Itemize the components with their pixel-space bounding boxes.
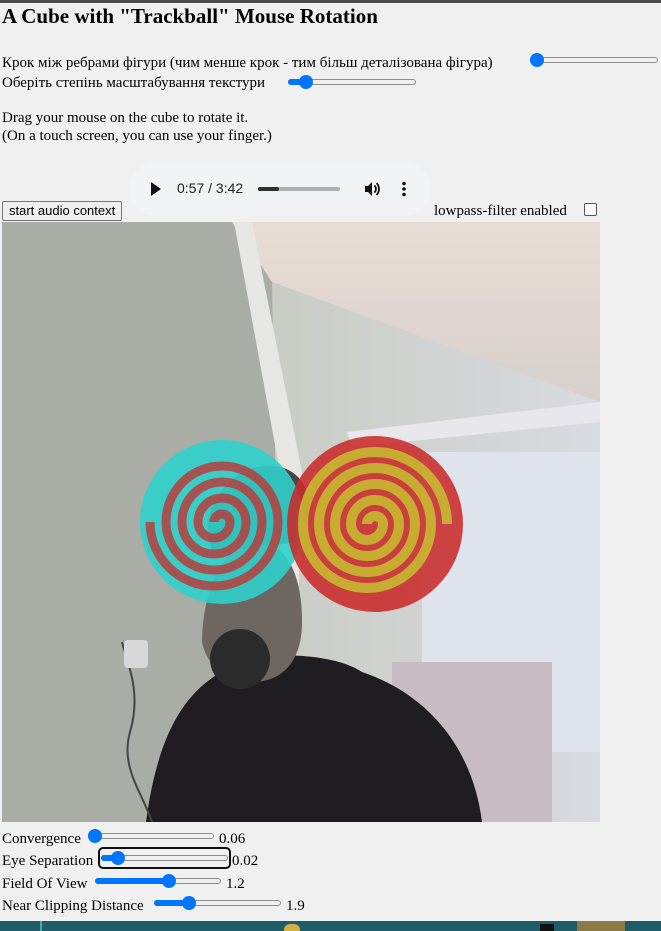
scale-slider[interactable]: [288, 74, 416, 90]
play-icon[interactable]: [151, 182, 161, 196]
webcam-scene: [2, 222, 600, 822]
audio-time: 0:57 / 3:42: [177, 180, 244, 196]
taskbar-divider: [40, 921, 42, 931]
step-slider[interactable]: [530, 52, 658, 68]
more-vert-icon[interactable]: [394, 179, 414, 199]
convergence-slider[interactable]: [88, 828, 214, 844]
field-of-view-slider[interactable]: [95, 873, 221, 889]
page-title: A Cube with "Trackball" Mouse Rotation: [2, 4, 378, 28]
eye-separation-label: Eye Separation: [2, 853, 94, 869]
terminal-icon[interactable]: [540, 924, 554, 931]
folder-icon[interactable]: [284, 924, 300, 931]
near-clipping-slider[interactable]: [154, 895, 281, 911]
eye-separation-value: 0.02: [232, 853, 259, 869]
step-label: Крок між ребрами фігури (чим менше крок …: [2, 55, 493, 71]
convergence-label: Convergence: [2, 831, 81, 847]
lowpass-checkbox[interactable]: [584, 203, 597, 216]
audio-progress-fill: [258, 187, 280, 191]
near-clipping-value: 1.9: [286, 898, 305, 914]
convergence-value: 0.06: [219, 831, 246, 847]
webgl-canvas[interactable]: [2, 222, 600, 822]
audio-source-sphere: [210, 629, 270, 689]
instructions-line-1: Drag your mouse on the cube to rotate it…: [2, 110, 249, 126]
window-top-border: [0, 0, 661, 3]
audio-player[interactable]: 0:57 / 3:42: [129, 162, 431, 216]
volume-icon[interactable]: [362, 179, 382, 199]
instructions-line-2: (On a touch screen, you can use your fin…: [2, 128, 272, 144]
field-of-view-value: 1.2: [226, 876, 245, 892]
scale-label: Оберіть степінь масштабування текстури: [2, 75, 266, 91]
field-of-view-label: Field Of View: [2, 876, 88, 892]
lowpass-label: lowpass-filter enabled: [434, 203, 567, 219]
near-clipping-label: Near Clipping Distance: [2, 898, 144, 914]
audio-progress-bar[interactable]: [258, 187, 340, 191]
eye-separation-slider[interactable]: [98, 847, 231, 869]
start-audio-context-button[interactable]: start audio context: [2, 201, 123, 221]
taskbar-app-icon[interactable]: [577, 921, 625, 931]
taskbar: [0, 921, 661, 931]
